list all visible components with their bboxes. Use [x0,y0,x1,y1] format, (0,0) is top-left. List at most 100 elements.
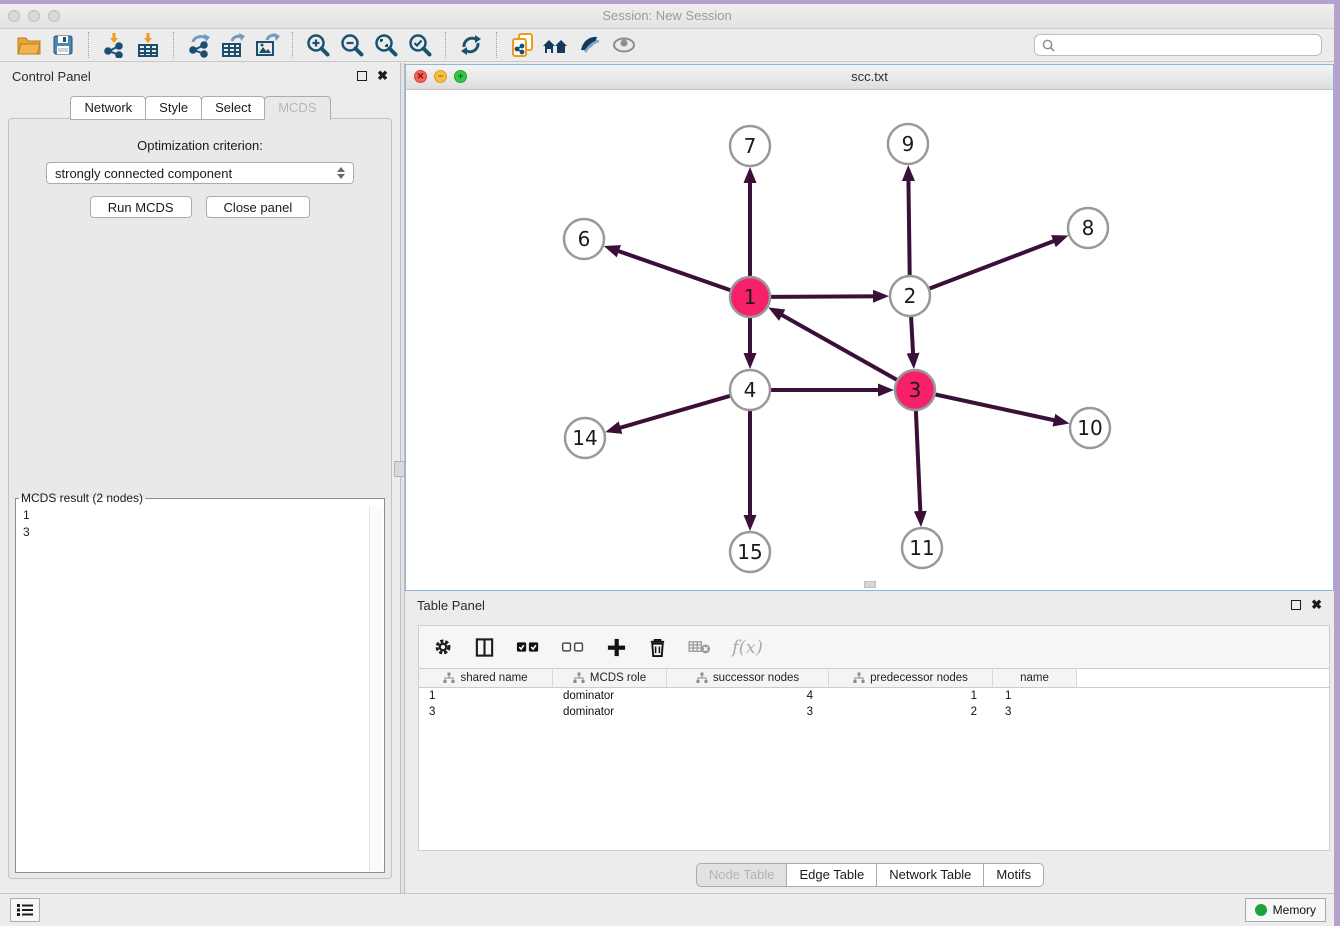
network-canvas[interactable]: 7 9 6 8 1 2 4 3 14 10 15 11 [406,89,1333,590]
zoom-in-icon[interactable] [301,30,335,60]
search-box[interactable] [1034,34,1322,56]
tab-network[interactable]: Network [70,96,146,120]
column-type-icon [853,672,865,684]
network-resize-grip[interactable] [864,581,876,588]
zoom-out-icon[interactable] [335,30,369,60]
network-graph[interactable]: 7 9 6 8 1 2 4 3 14 10 15 11 [406,89,1333,590]
export-image-icon[interactable] [250,30,284,60]
tab-node-table[interactable]: Node Table [696,863,788,887]
table-options-gear-icon[interactable] [433,637,453,657]
new-network-from-selection-icon[interactable] [505,30,539,60]
hide-panels-eye-icon[interactable] [607,30,641,60]
table-row[interactable]: 3 dominator 3 2 3 [419,704,1329,720]
column-header-name[interactable]: name [993,668,1077,688]
graph-edge-2-9[interactable] [908,170,909,275]
table-tabs: Node Table Edge Table Network Table Moti… [405,863,1334,887]
column-header-successor-nodes[interactable]: successor nodes [667,668,829,688]
cell-name[interactable]: 1 [993,690,1077,702]
network-window-titlebar[interactable]: ✕ − + scc.txt [406,65,1333,90]
graph-node-8[interactable]: 8 [1068,208,1108,248]
desktop-background-strip [1334,0,1340,926]
graph-edge-4-14[interactable] [610,396,730,431]
mcds-result-box: MCDS result (2 nodes) 13 [15,491,385,873]
save-session-icon[interactable] [46,30,80,60]
memory-button[interactable]: Memory [1245,898,1326,922]
tab-style[interactable]: Style [145,96,202,120]
column-type-icon [696,672,708,684]
select-all-icon[interactable] [516,639,540,655]
show-columns-icon[interactable] [474,637,495,658]
column-header-shared-name[interactable]: shared name [419,668,553,688]
graph-node-7[interactable]: 7 [730,126,770,166]
graph-node-2[interactable]: 2 [890,276,930,316]
cell-shared-name[interactable]: 1 [419,690,553,702]
float-panel-icon[interactable] [357,71,367,81]
table-panel-title: Table Panel [417,598,485,613]
graph-edge-1-6[interactable] [609,248,731,291]
delete-column-trash-icon[interactable] [648,637,667,658]
add-column-icon[interactable] [606,637,627,658]
tab-edge-table[interactable]: Edge Table [786,863,877,887]
column-header-predecessor-nodes[interactable]: predecessor nodes [829,668,993,688]
export-network-icon[interactable] [182,30,216,60]
zoom-selected-icon[interactable] [403,30,437,60]
cell-successor-nodes[interactable]: 3 [667,706,829,718]
graph-node-14[interactable]: 14 [565,418,605,458]
column-type-icon [573,672,585,684]
mcds-result-title: MCDS result (2 nodes) [19,491,145,505]
graph-edge-2-3[interactable] [911,317,914,364]
network-window-title: scc.txt [406,69,1333,84]
refresh-view-icon[interactable] [454,30,488,60]
close-panel-button[interactable]: Close panel [206,196,311,218]
window-titlebar[interactable]: Session: New Session [0,4,1334,29]
close-panel-icon[interactable]: ✖ [377,71,388,81]
svg-text:8: 8 [1082,216,1095,240]
cell-successor-nodes[interactable]: 4 [667,690,829,702]
first-neighbors-icon[interactable] [539,30,573,60]
import-network-icon[interactable] [97,30,131,60]
graph-edge-2-8[interactable] [930,237,1064,288]
memory-label: Memory [1273,903,1316,917]
tab-select[interactable]: Select [201,96,265,120]
cell-shared-name[interactable]: 3 [419,706,553,718]
cell-predecessor-nodes[interactable]: 2 [829,706,993,718]
graph-edge-1-2[interactable] [771,296,884,297]
open-session-icon[interactable] [12,30,46,60]
deselect-all-icon[interactable] [561,639,585,655]
task-history-button[interactable] [10,898,40,922]
svg-text:3: 3 [909,378,922,402]
table-row[interactable]: 1 dominator 4 1 1 [419,688,1329,704]
graph-node-9[interactable]: 9 [888,124,928,164]
column-header-mcds-role[interactable]: MCDS role [553,668,667,688]
vertical-splitter-grip[interactable] [394,461,405,477]
run-mcds-button[interactable]: Run MCDS [90,196,192,218]
graph-edge-3-1[interactable] [773,310,897,380]
tab-mcds[interactable]: MCDS [264,96,330,120]
zoom-fit-icon[interactable] [369,30,403,60]
optimization-criterion-select[interactable]: strongly connected component [46,162,354,184]
close-table-panel-icon[interactable]: ✖ [1311,600,1322,610]
import-table-icon[interactable] [131,30,165,60]
graph-node-3[interactable]: 3 [895,370,935,410]
result-scrollbar[interactable] [369,506,383,871]
tab-network-table[interactable]: Network Table [876,863,984,887]
export-table-icon[interactable] [216,30,250,60]
float-table-panel-icon[interactable] [1291,600,1301,610]
graph-edge-3-10[interactable] [936,395,1065,423]
tab-motifs[interactable]: Motifs [983,863,1044,887]
graph-node-4[interactable]: 4 [730,370,770,410]
graph-node-15[interactable]: 15 [730,532,770,572]
column-type-icon [443,672,455,684]
control-panel-title: Control Panel [12,69,91,84]
cell-mcds-role[interactable]: dominator [553,690,667,702]
graph-node-1[interactable]: 1 [730,277,770,317]
graph-node-6[interactable]: 6 [564,219,604,259]
cell-mcds-role[interactable]: dominator [553,706,667,718]
graphics-details-icon[interactable] [573,30,607,60]
cell-predecessor-nodes[interactable]: 1 [829,690,993,702]
graph-node-11[interactable]: 11 [902,528,942,568]
search-input[interactable] [1061,37,1314,53]
graph-edge-3-11[interactable] [916,411,921,522]
cell-name[interactable]: 3 [993,706,1077,718]
graph-node-10[interactable]: 10 [1070,408,1110,448]
